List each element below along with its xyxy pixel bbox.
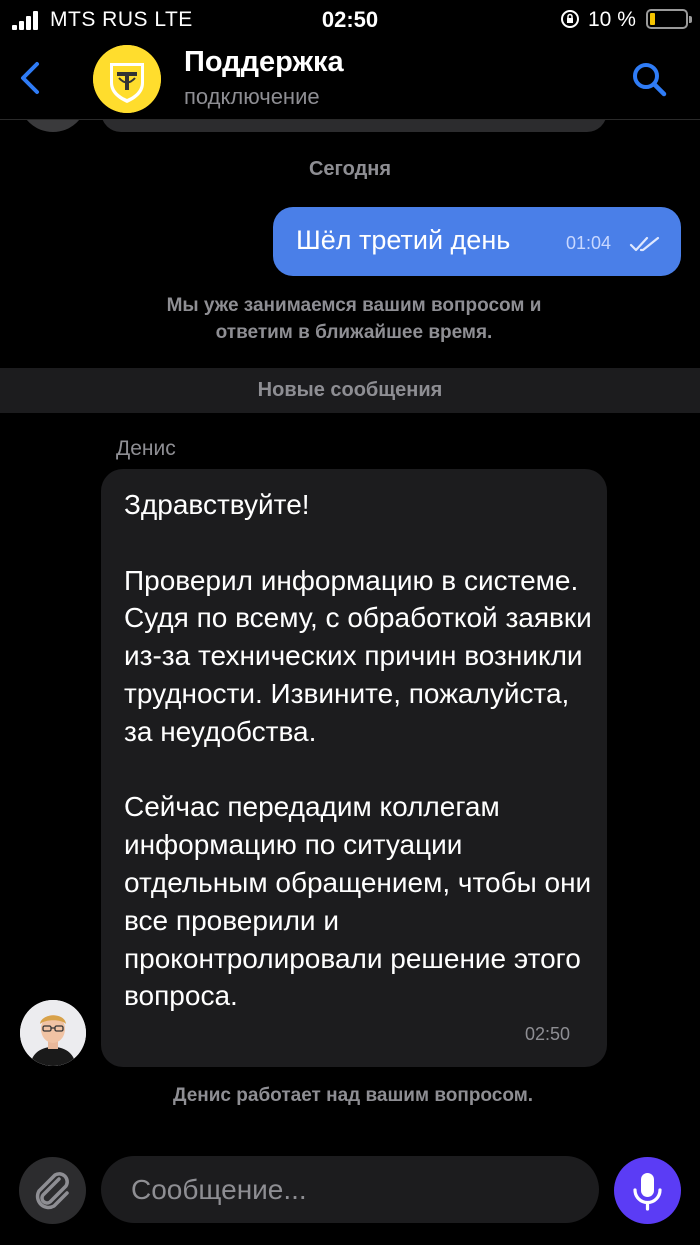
battery-percent: 10 % xyxy=(588,8,636,31)
outgoing-message-bubble[interactable]: Шёл третий день 01:04 xyxy=(273,207,681,276)
agent-avatar[interactable] xyxy=(20,1000,86,1066)
paperclip-icon xyxy=(35,1172,69,1210)
new-messages-divider: Новые сообщения xyxy=(0,368,700,413)
double-check-icon xyxy=(629,236,660,252)
status-bar: MTS RUS LTE 02:50 10 % xyxy=(0,0,700,40)
microphone-button[interactable] xyxy=(614,1157,681,1224)
incoming-message-text: Здравствуйте! Проверил информацию в сист… xyxy=(124,486,594,1015)
person-photo-icon xyxy=(20,1000,86,1066)
bank-emblem-icon xyxy=(93,45,161,113)
attach-button[interactable] xyxy=(19,1157,86,1224)
battery-icon xyxy=(646,9,692,29)
microphone-icon xyxy=(633,1173,662,1211)
incoming-message-time: 02:50 xyxy=(525,1024,571,1044)
support-logo-avatar[interactable] xyxy=(93,45,161,113)
chat-title: Поддержка xyxy=(184,46,344,78)
message-paragraph: Здравствуйте! xyxy=(124,489,310,520)
system-message-line-1: Мы уже занимаемся вашим вопросом и xyxy=(166,295,542,316)
chat-subtitle: подключение xyxy=(184,84,320,109)
date-separator: Сегодня xyxy=(308,158,392,180)
message-paragraph: Проверил информацию в системе. Судя по в… xyxy=(124,564,592,747)
outgoing-message-text: Шёл третий день xyxy=(296,225,511,255)
chat-header: Поддержка подключение xyxy=(0,40,700,120)
message-paragraph: Сейчас передадим коллегам информацию по … xyxy=(124,791,592,1012)
message-input[interactable] xyxy=(101,1156,599,1223)
outgoing-message-time: 01:04 xyxy=(566,233,612,253)
system-message-line-2: ответим в ближайшее время. xyxy=(215,322,493,343)
search-icon[interactable] xyxy=(628,58,670,100)
rotation-lock-icon xyxy=(561,10,579,28)
incoming-message-bubble[interactable]: Здравствуйте! Проверил информацию в сист… xyxy=(101,469,607,1067)
agent-working-status: Денис работает над вашим вопросом. xyxy=(172,1085,534,1106)
chevron-left-icon[interactable] xyxy=(14,56,48,100)
sender-name: Денис xyxy=(116,437,176,460)
